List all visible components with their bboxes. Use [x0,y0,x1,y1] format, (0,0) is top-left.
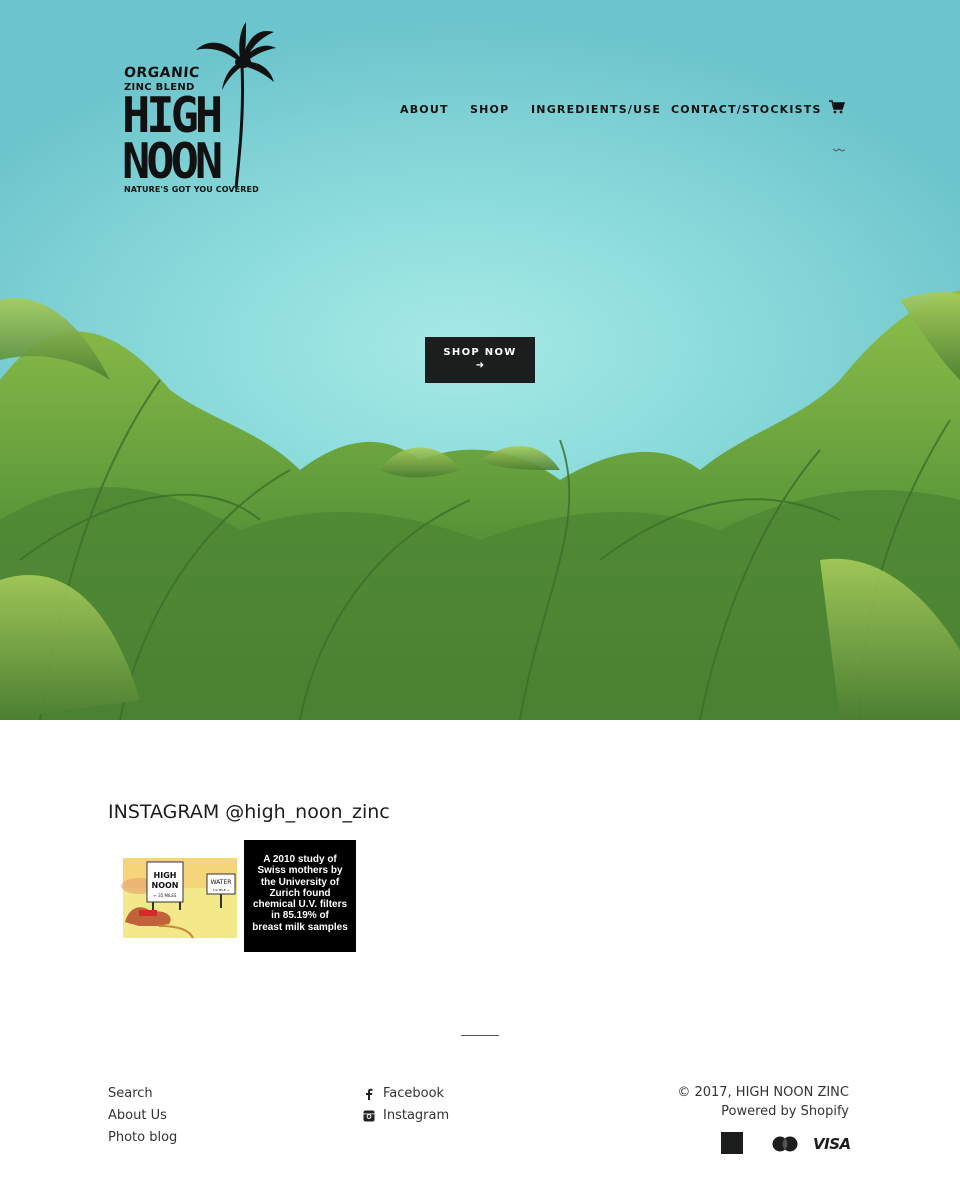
post-text-line: chemical U.V. filters [252,899,348,911]
nav-ingredients-use[interactable]: INGREDIENTS/USE [531,103,661,116]
cartoon-sign-noon: NOON [152,881,179,890]
instagram-label: Instagram [383,1108,450,1123]
post-text-line: Zurich found [269,887,331,899]
facebook-label: Facebook [383,1086,445,1101]
instagram-icon [363,1110,375,1122]
footer-links: Search About Us Photo blog [108,1083,177,1149]
post-text-line: the University of [260,876,340,888]
footer-link-photo-blog[interactable]: Photo blog [108,1127,177,1149]
cartoon-sign-miles: ← 35 MILES [154,893,177,898]
post-text-line: breast milk samples [252,921,348,933]
arrow-right-icon: ➜ [475,360,485,371]
logo-noon-text: NOON [122,132,223,191]
copyright-text: © 2017, HIGH NOON ZINC [677,1085,849,1100]
social-link-facebook[interactable]: Facebook [363,1083,449,1105]
post-text-line: A 2010 study of [263,854,337,865]
instagram-post-text[interactable]: A 2010 study of Swiss mothers by the Uni… [244,840,356,952]
nav-about[interactable]: ABOUT [400,103,449,116]
visa-icon: VISA [813,1135,851,1153]
social-links: Facebook Instagram [363,1083,449,1127]
footer-divider [461,1035,499,1036]
footer-link-about-us[interactable]: About Us [108,1105,177,1127]
logo-organic-text: ORGANIC [123,65,201,81]
shop-now-button[interactable]: SHOP NOW ➜ [425,337,535,383]
instagram-post-cartoon[interactable]: HIGH NOON ← 35 MILES WATER 1/4 MILE → [119,846,241,948]
powered-by-shopify-link[interactable]: Powered by Shopify [721,1104,849,1119]
footer-copyright: © 2017, HIGH NOON ZINC Powered by Shopif… [677,1083,849,1121]
bird-icon [832,148,846,152]
mastercard-icon [772,1136,798,1152]
logo-link[interactable]: ORGANIC ZINC BLEND HIGH NOON NATURE'S GO… [120,20,280,200]
cartoon-sign-water-sub: 1/4 MILE → [213,888,230,892]
social-link-instagram[interactable]: Instagram [363,1105,449,1127]
hero-banner: ORGANIC ZINC BLEND HIGH NOON NATURE'S GO… [0,0,960,720]
nav-contact-stockists[interactable]: CONTACT/STOCKISTS [671,103,822,116]
post-text-line: Swiss mothers by [257,865,343,877]
footer-link-search[interactable]: Search [108,1083,177,1105]
cartoon-image: HIGH NOON ← 35 MILES WATER 1/4 MILE → [121,858,237,939]
amex-icon [721,1132,743,1154]
facebook-icon [363,1088,375,1100]
cartoon-sign-water: WATER [211,879,232,886]
cart-icon[interactable] [829,100,845,114]
payment-icons: VISA [720,1132,851,1156]
shop-now-label: SHOP NOW [443,347,517,358]
logo-tagline: NATURE'S GOT YOU COVERED [124,185,259,194]
cartoon-sign-high: HIGH [154,871,177,880]
post-text-line: in 85.19% of [271,910,329,922]
instagram-title: INSTAGRAM @high_noon_zinc [108,801,390,823]
nav-shop[interactable]: SHOP [470,103,509,116]
